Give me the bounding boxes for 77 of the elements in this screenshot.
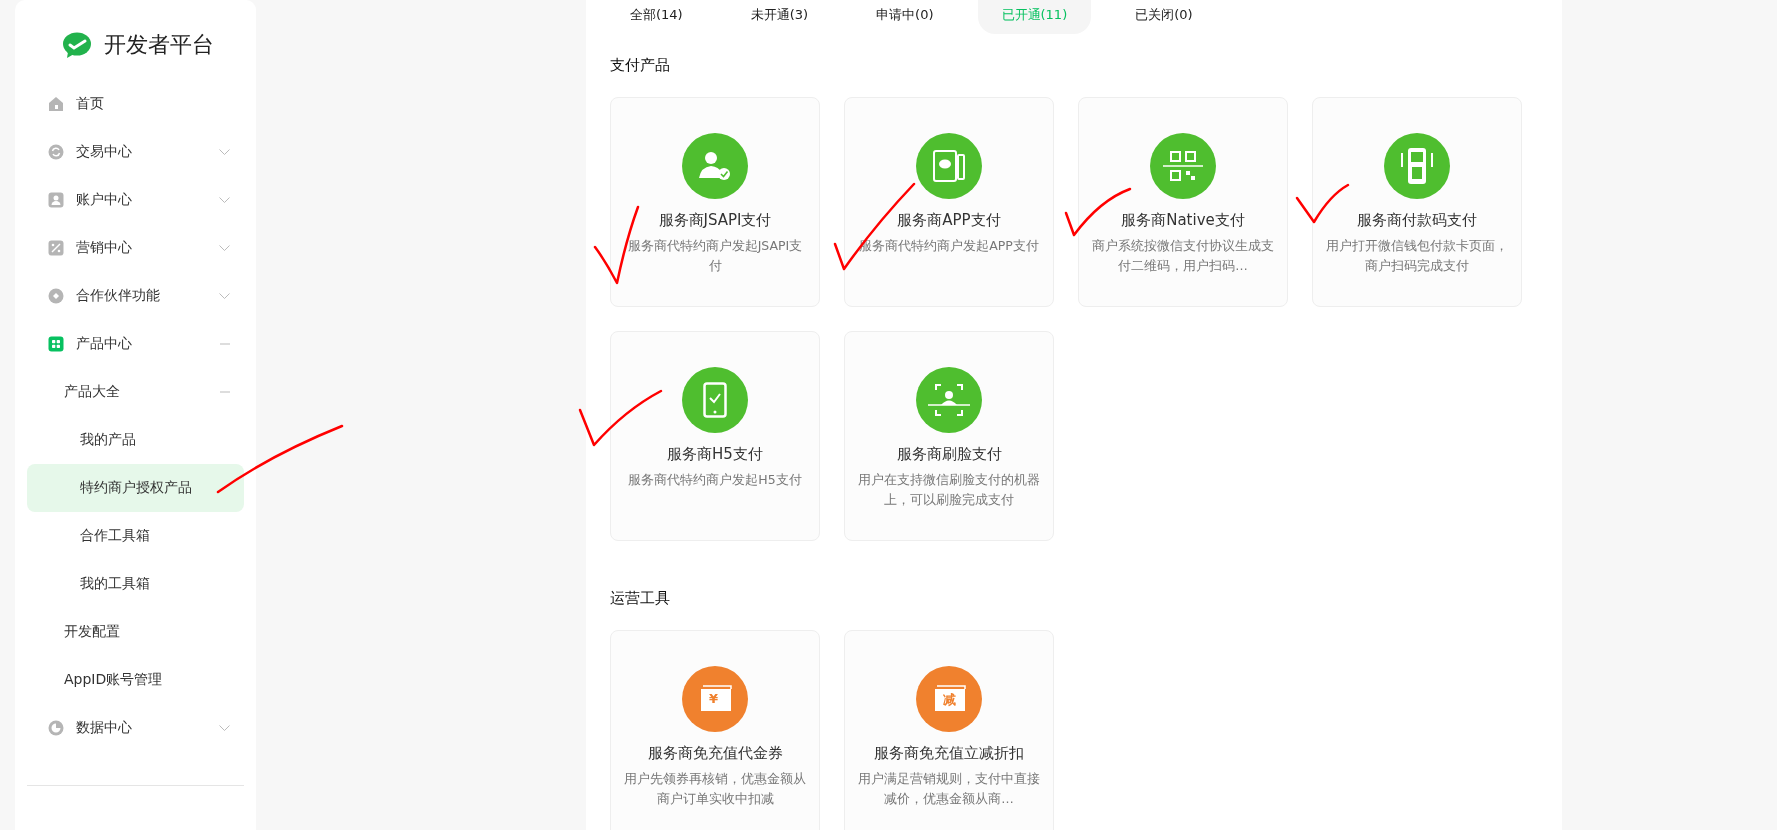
person-check-icon — [697, 150, 733, 182]
sidebar-item-label: 账户中心 — [76, 191, 133, 209]
product-card[interactable]: 服务商刷脸支付 用户在支持微信刷脸支付的机器上，可以刷脸完成支付 — [844, 331, 1054, 541]
sidebar-item[interactable]: 我的产品 — [27, 416, 244, 464]
product-description: 服务商代特约商户发起JSAPI支付 — [626, 237, 804, 275]
sidebar-item[interactable]: 账户中心 — [27, 176, 244, 224]
sidebar-item[interactable]: 我的工具箱 — [27, 560, 244, 608]
filter-tab[interactable]: 已关闭(0) — [1111, 0, 1217, 34]
filter-tab[interactable]: 申请中(0) — [852, 0, 958, 34]
sidebar-item-label: 合作伙伴功能 — [76, 287, 161, 305]
product-title: 服务商付款码支付 — [1357, 211, 1477, 230]
product-title: 服务商APP支付 — [897, 211, 1001, 230]
sidebar-item-label: 营销中心 — [76, 239, 133, 257]
person-icon — [48, 192, 64, 208]
product-card[interactable]: 减 服务商免充值立减折扣 用户满足营销规则，支付中直接减价，优惠金额从商… — [844, 630, 1054, 830]
sidebar-item-label: 首页 — [76, 95, 105, 113]
product-title: 服务商Native支付 — [1121, 211, 1245, 230]
percent-icon — [48, 240, 64, 256]
product-description: 商户系统按微信支付协议生成支付二维码，用户扫码… — [1091, 237, 1275, 275]
tablet-phone-icon — [932, 149, 966, 183]
sidebar-item[interactable]: 特约商户授权产品 — [27, 464, 244, 512]
section-title: 运营工具 — [610, 589, 671, 608]
product-description: 服务商代特约商户发起H5支付 — [627, 471, 803, 489]
product-title: 服务商JSAPI支付 — [658, 211, 772, 230]
chevron-down-icon — [219, 245, 230, 251]
product-title: 服务商刷脸支付 — [896, 445, 1002, 464]
coupon-mark: 减 — [943, 691, 956, 709]
product-description: 用户满足营销规则，支付中直接减价，优惠金额从商… — [857, 770, 1041, 808]
house-icon — [48, 96, 64, 112]
product-card[interactable]: 服务商H5支付 服务商代特约商户发起H5支付 — [610, 331, 820, 541]
sidebar-item-label: 开发配置 — [64, 623, 121, 641]
chevron-down-icon — [219, 197, 230, 203]
product-description: 用户在支持微信刷脸支付的机器上，可以刷脸完成支付 — [857, 471, 1041, 509]
filter-tab[interactable]: 未开通(3) — [726, 0, 833, 34]
product-card[interactable]: 服务商Native支付 商户系统按微信支付协议生成支付二维码，用户扫码… — [1078, 97, 1288, 307]
sidebar-item-label: 合作工具箱 — [80, 527, 151, 545]
sidebar-item[interactable]: 产品大全 — [27, 368, 244, 416]
sidebar-item-label: 产品中心 — [76, 335, 133, 353]
chevron-down-icon — [219, 149, 230, 155]
product-card[interactable]: ¥ 服务商免充值代金券 用户先领券再核销，优惠金额从商户订单实收中扣减 — [610, 630, 820, 830]
product-description: 用户先领券再核销，优惠金额从商户订单实收中扣减 — [623, 770, 807, 808]
product-title: 服务商免充值代金券 — [647, 744, 783, 763]
grid-icon — [48, 336, 64, 352]
sidebar-item[interactable]: 开发配置 — [27, 608, 244, 656]
sidebar-item-label: 我的产品 — [80, 431, 137, 449]
qr-code-icon — [1163, 149, 1203, 183]
sidebar-item-label: 特约商户授权产品 — [80, 479, 193, 497]
sidebar-item[interactable]: 数据中心 — [27, 704, 244, 752]
product-description: 用户打开微信钱包付款卡页面，商户扫码完成支付 — [1325, 237, 1509, 275]
coupon-mark: ¥ — [709, 691, 719, 706]
cycle-arrows-icon — [48, 144, 64, 160]
product-title: 服务商免充值立减折扣 — [874, 744, 1024, 763]
handwritten-check-mark — [1295, 183, 1350, 224]
filter-tab[interactable]: 全部(14) — [606, 0, 707, 34]
sidebar-item[interactable]: AppID账号管理 — [27, 656, 244, 704]
section-title: 支付产品 — [610, 56, 671, 75]
sidebar-item-label: AppID账号管理 — [64, 671, 164, 689]
sidebar-item[interactable]: 营销中心 — [27, 224, 244, 272]
pie-chart-icon — [48, 720, 64, 736]
sidebar-item-label: 数据中心 — [76, 719, 133, 737]
chevron-down-icon — [219, 725, 230, 731]
chat-bubble-check-logo-icon — [62, 31, 92, 59]
sidebar-item[interactable]: 合作工具箱 — [27, 512, 244, 560]
phone-check-icon — [703, 382, 727, 418]
product-card[interactable]: 服务商付款码支付 用户打开微信钱包付款卡页面，商户扫码完成支付 — [1312, 97, 1522, 307]
sidebar-item[interactable]: 首页 — [27, 80, 244, 128]
sidebar-item-label: 产品大全 — [64, 383, 121, 401]
face-scan-icon — [928, 383, 970, 417]
chevron-down-icon — [219, 293, 230, 299]
sidebar-item-label: 我的工具箱 — [80, 575, 151, 593]
sidebar-item-label: 交易中心 — [76, 143, 133, 161]
sidebar-item[interactable]: 产品中心 — [27, 320, 244, 368]
sidebar-item[interactable]: 交易中心 — [27, 128, 244, 176]
product-card[interactable]: 服务商JSAPI支付 服务商代特约商户发起JSAPI支付 — [610, 97, 820, 307]
product-title: 服务商H5支付 — [667, 445, 763, 464]
brand-name: 开发者平台 — [104, 31, 214, 59]
sidebar-item[interactable]: 合作伙伴功能 — [27, 272, 244, 320]
